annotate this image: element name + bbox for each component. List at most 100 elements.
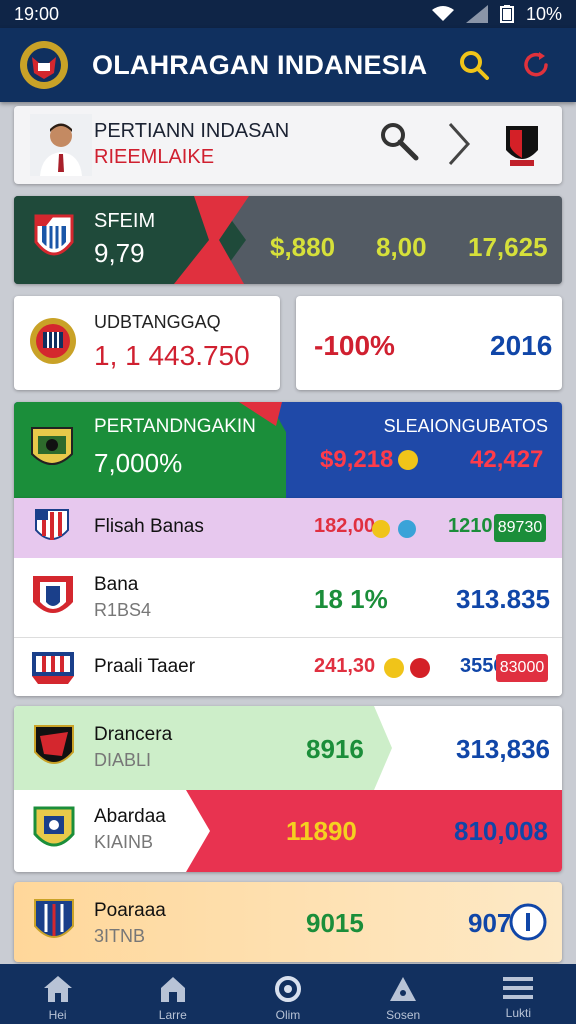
row-group: Drancera DIABLI 8916 313,836 Abardaa KIA…: [14, 706, 562, 872]
section-left-title: PERTANDNGAKIN: [94, 416, 256, 437]
list-item[interactable]: Poaraaa 3ITNB 9015 907: [14, 882, 562, 962]
club-badge: [34, 725, 74, 764]
search-icon[interactable]: [378, 120, 422, 164]
list-item[interactable]: Drancera DIABLI 8916 313,836: [14, 706, 562, 790]
row-value-1: 182,00: [314, 515, 376, 537]
featured-title: PERTIANN INDASAN: [94, 120, 290, 142]
club-badge: [506, 126, 538, 166]
row-tag: 89730: [494, 514, 546, 542]
nav-label: Hei: [48, 1008, 67, 1022]
section-right-title: SLEAIONGUBATOS: [383, 416, 548, 436]
club-badge: [34, 899, 74, 938]
section-left-value: 7,000%: [94, 448, 183, 478]
club-badge: [35, 509, 69, 540]
stat-value: 9,79: [94, 238, 145, 268]
row-name: Praali Taaer: [94, 656, 196, 677]
battery-icon: [499, 5, 514, 23]
search-icon: [274, 976, 301, 1002]
row-value-2: 810,008: [454, 816, 548, 846]
row-value-1: 9015: [306, 908, 364, 938]
stat-bar[interactable]: SFEIM 9,79 $,880 8,00 17,625: [14, 196, 562, 284]
stat-value-2: 8,00: [376, 232, 427, 262]
nav-search[interactable]: Olim: [248, 974, 328, 1022]
summary-right-value: 2016: [490, 330, 553, 361]
coin-icon: [410, 658, 430, 678]
house-icon: [160, 977, 185, 1002]
row-tag: 83000: [496, 654, 548, 682]
section-right-value-2: 42,427: [470, 446, 544, 473]
row-value-1: 11890: [286, 816, 357, 846]
summary-value: 1, 1 443.750: [94, 340, 250, 371]
refresh-icon: [524, 52, 548, 77]
row-name: Abardaa: [94, 806, 166, 827]
row-name: Drancera: [94, 724, 173, 745]
garuda-logo: [20, 41, 68, 89]
home-icon: [43, 976, 72, 1002]
row-name: Bana: [94, 574, 139, 595]
row-value-1: 18 1%: [314, 584, 388, 614]
coin-icon: [372, 520, 390, 538]
person-avatar: [30, 114, 92, 176]
chevron-right-icon[interactable]: [444, 120, 474, 168]
row-value-2: 313,836: [456, 734, 550, 764]
list-item[interactable]: Abardaa KIAINB 11890 810,008: [14, 790, 562, 872]
nav-alerts[interactable]: Sosen: [363, 974, 443, 1022]
nav-label: Larre: [158, 1008, 187, 1022]
row-sub: DIABLI: [94, 750, 152, 770]
featured-subtitle: RIEEMLAIKE: [94, 146, 215, 168]
menu-icon: [503, 977, 534, 999]
percent-change: -100%: [314, 330, 395, 361]
club-badge: [31, 427, 73, 465]
club-badge: [32, 652, 74, 684]
row-value-2: 907: [468, 908, 512, 938]
signal-icon: [465, 5, 488, 23]
section-right-value-1: $9,218: [320, 446, 394, 473]
club-badge: [30, 318, 76, 364]
row-sub: R1BS4: [94, 600, 152, 620]
status-bar: 19:00 10%: [0, 0, 576, 28]
status-time: 19:00: [14, 3, 60, 24]
app-title: OLAHRAGAN INDANESIA: [92, 49, 428, 80]
nav-menu[interactable]: Lukti: [478, 974, 558, 1020]
nav-matches[interactable]: Larre: [133, 974, 213, 1022]
row-value-1: 8916: [306, 734, 364, 764]
summary-box-left[interactable]: UDBTANGGAQ 1, 1 443.750: [14, 296, 280, 390]
nav-label: Lukti: [505, 1006, 532, 1020]
row-value-2: 313.835: [456, 584, 550, 614]
row-name: Flisah Banas: [94, 516, 204, 537]
row-value-2: 1210: [448, 515, 493, 537]
list-item[interactable]: Flisah Banas 182,00 1210 89730: [14, 498, 562, 558]
nav-label: Sosen: [386, 1008, 421, 1022]
coin-icon: [398, 450, 418, 470]
row-sub: KIAINB: [94, 832, 154, 852]
coin-icon: [398, 520, 416, 538]
summary-label: UDBTANGGAQ: [94, 312, 221, 332]
club-badge: [34, 214, 74, 256]
stat-value-1: $,880: [270, 232, 336, 262]
summary-box-right[interactable]: -100% 2016: [296, 296, 562, 390]
refresh-button[interactable]: [514, 43, 558, 87]
coin-icon: [384, 658, 404, 678]
featured-card[interactable]: PERTIANN INDASAN RIEEMLAIKE: [14, 106, 562, 184]
row-group: Flisah Banas 182,00 1210 89730 Bana R1BS…: [14, 498, 562, 696]
list-item[interactable]: Praali Taaer 241,30 3556 83000: [14, 638, 562, 696]
row-name: Poaraaa: [94, 900, 166, 921]
row-value-1: 241,30: [314, 655, 376, 677]
info-icon[interactable]: [508, 902, 548, 942]
nav-label: Olim: [275, 1008, 301, 1022]
row-sub: 3ITNB: [94, 926, 146, 946]
wifi-icon: [431, 6, 454, 21]
bottom-nav: Hei Larre Olim Sosen Lukti: [0, 964, 576, 1024]
club-badge: [33, 806, 75, 847]
nav-home[interactable]: Hei: [18, 974, 98, 1022]
stat-label: SFEIM: [94, 210, 156, 232]
stat-value-3: 17,625: [468, 232, 548, 262]
search-button[interactable]: [452, 43, 496, 87]
search-icon: [460, 51, 489, 80]
list-item[interactable]: Bana R1BS4 18 1% 313.835: [14, 558, 562, 638]
section-header: PERTANDNGAKIN 7,000% SLEAIONGUBATOS $9,2…: [14, 402, 562, 498]
app-bar: OLAHRAGAN INDANESIA: [0, 28, 576, 102]
club-badge: [33, 576, 73, 613]
alert-icon: [390, 977, 417, 1001]
battery-percent: 10%: [525, 3, 562, 24]
